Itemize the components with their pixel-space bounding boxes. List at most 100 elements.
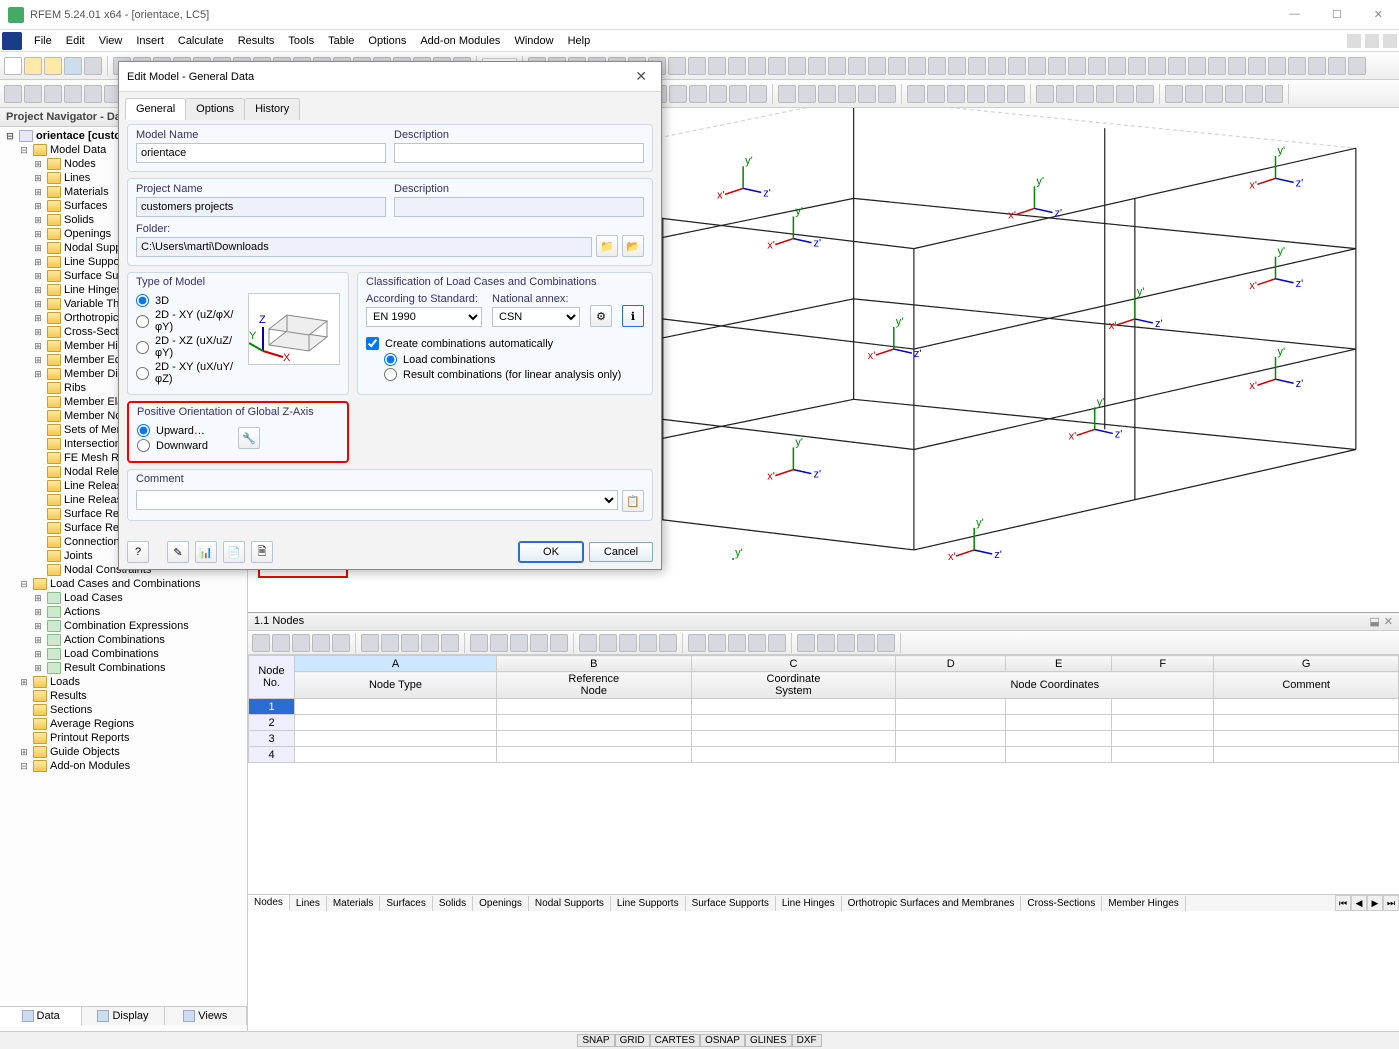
toolbar-icon[interactable] [1136,85,1154,103]
table-toolbar-icon[interactable] [728,634,746,652]
mdi-close-icon[interactable] [1383,34,1397,48]
type-2d-xy-radio[interactable]: 2D - XY (uZ/φX/φY) [136,308,240,334]
toolbar-icon[interactable] [24,85,42,103]
table-toolbar-icon[interactable] [797,634,815,652]
toolbar-icon[interactable] [948,57,966,75]
model-desc-input[interactable] [394,143,644,163]
nodes-grid[interactable]: Node No. A B C D E F G Node Type Referen… [248,655,1399,894]
table-toolbar-icon[interactable] [312,634,330,652]
menu-window[interactable]: Window [508,33,559,49]
col-letter-F[interactable]: F [1112,656,1214,672]
toolbar-icon[interactable] [1245,85,1263,103]
toolbar-icon[interactable] [987,85,1005,103]
table-toolbar-icon[interactable] [490,634,508,652]
toolbar-icon[interactable] [908,57,926,75]
tree-item[interactable]: ⊟Load Cases and Combinations [0,577,247,591]
table-toolbar-icon[interactable] [639,634,657,652]
tree-item[interactable]: ⊞Guide Objects [0,745,247,759]
table-toolbar-icon[interactable] [817,634,835,652]
annex-select[interactable]: CSN [492,307,580,327]
dlg-icon-2[interactable]: 📊 [195,541,217,563]
toolbar-icon[interactable] [668,57,686,75]
table-toolbar-icon[interactable] [272,634,290,652]
toolbar-icon[interactable] [1068,57,1086,75]
tab-next-button[interactable]: ▶ [1367,895,1383,911]
menu-view[interactable]: View [93,33,129,49]
table-tab[interactable]: Line Supports [611,896,686,911]
tab-prev-button[interactable]: ◀ [1351,895,1367,911]
table-tab[interactable]: Member Hinges [1102,896,1186,911]
toolbar-icon[interactable] [1048,57,1066,75]
table-tab[interactable]: Surface Supports [686,896,776,911]
toolbar-icon[interactable] [878,85,896,103]
nav-tab-views[interactable]: Views [165,1007,247,1025]
help-icon[interactable]: ? [127,541,149,563]
tree-item[interactable]: ⊞Actions [0,605,247,619]
toolbar-icon[interactable] [1116,85,1134,103]
toolbar-icon[interactable] [1348,57,1366,75]
toolbar-icon[interactable] [1228,57,1246,75]
toolbar-icon[interactable] [828,57,846,75]
toolbar-icon[interactable] [1268,57,1286,75]
toolbar-icon[interactable] [689,85,707,103]
table-toolbar-icon[interactable] [688,634,706,652]
menu-calculate[interactable]: Calculate [172,33,230,49]
row-header[interactable]: 3 [249,731,295,747]
dialog-close-button[interactable]: ✕ [629,68,653,85]
toolbar-icon[interactable] [1208,57,1226,75]
model-name-input[interactable] [136,143,386,163]
folder-open-icon[interactable]: 📂 [622,235,644,257]
orientation-upward-radio[interactable]: Upward… [137,423,208,438]
col-node-coords[interactable]: Node Coordinates [896,672,1214,699]
dlg-icon-4[interactable]: 🗎 [251,541,273,563]
table-toolbar-icon[interactable] [708,634,726,652]
menu-results[interactable]: Results [232,33,281,49]
toolbar-icon[interactable] [1168,57,1186,75]
toolbar-icon[interactable] [1028,57,1046,75]
table-toolbar-icon[interactable] [510,634,528,652]
toolbar-icon[interactable] [1205,85,1223,103]
toolbar-icon[interactable] [709,85,727,103]
tree-item[interactable]: ⊞Loads [0,675,247,689]
toolbar-icon[interactable] [808,57,826,75]
tab-options[interactable]: Options [185,98,245,120]
toolbar-icon[interactable] [24,57,42,75]
col-letter-G[interactable]: G [1214,656,1399,672]
table-toolbar-icon[interactable] [361,634,379,652]
toolbar-icon[interactable] [64,57,82,75]
toolbar-icon[interactable] [1188,57,1206,75]
table-toolbar-icon[interactable] [768,634,786,652]
toolbar-icon[interactable] [848,57,866,75]
tree-item[interactable]: ⊞Load Cases [0,591,247,605]
menu-tools[interactable]: Tools [282,33,320,49]
type-2d-xz-radio[interactable]: 2D - XZ (uX/uZ/φY) [136,334,240,360]
comment-pick-icon[interactable]: 📋 [622,490,644,512]
table-toolbar-icon[interactable] [877,634,895,652]
status-snap[interactable]: SNAP [577,1034,614,1047]
toolbar-icon[interactable] [4,57,22,75]
table-tab[interactable]: Solids [433,896,473,911]
toolbar-icon[interactable] [858,85,876,103]
toolbar-icon[interactable] [688,57,706,75]
table-toolbar-icon[interactable] [579,634,597,652]
menu-table[interactable]: Table [322,33,360,49]
table-toolbar-icon[interactable] [659,634,677,652]
tree-item[interactable]: ⊞Action Combinations [0,633,247,647]
tree-item[interactable]: Printout Reports [0,731,247,745]
toolbar-icon[interactable] [1056,85,1074,103]
dlg-icon-1[interactable]: ✎ [167,541,189,563]
toolbar-icon[interactable] [1265,85,1283,103]
table-tab[interactable]: Lines [290,896,327,911]
standard-info-icon[interactable]: ℹ [622,305,644,327]
result-combinations-radio[interactable]: Result combinations (for linear analysis… [366,367,644,382]
toolbar-icon[interactable] [44,57,62,75]
auto-combinations-checkbox[interactable]: Create combinations automatically [366,335,644,352]
table-toolbar-icon[interactable] [550,634,568,652]
table-toolbar-icon[interactable] [530,634,548,652]
toolbar-icon[interactable] [749,85,767,103]
toolbar-icon[interactable] [1008,57,1026,75]
toolbar-icon[interactable] [728,57,746,75]
table-pin-icon[interactable]: ⬓ [1369,615,1379,628]
toolbar-icon[interactable] [64,85,82,103]
menu-addon[interactable]: Add-on Modules [414,33,506,49]
